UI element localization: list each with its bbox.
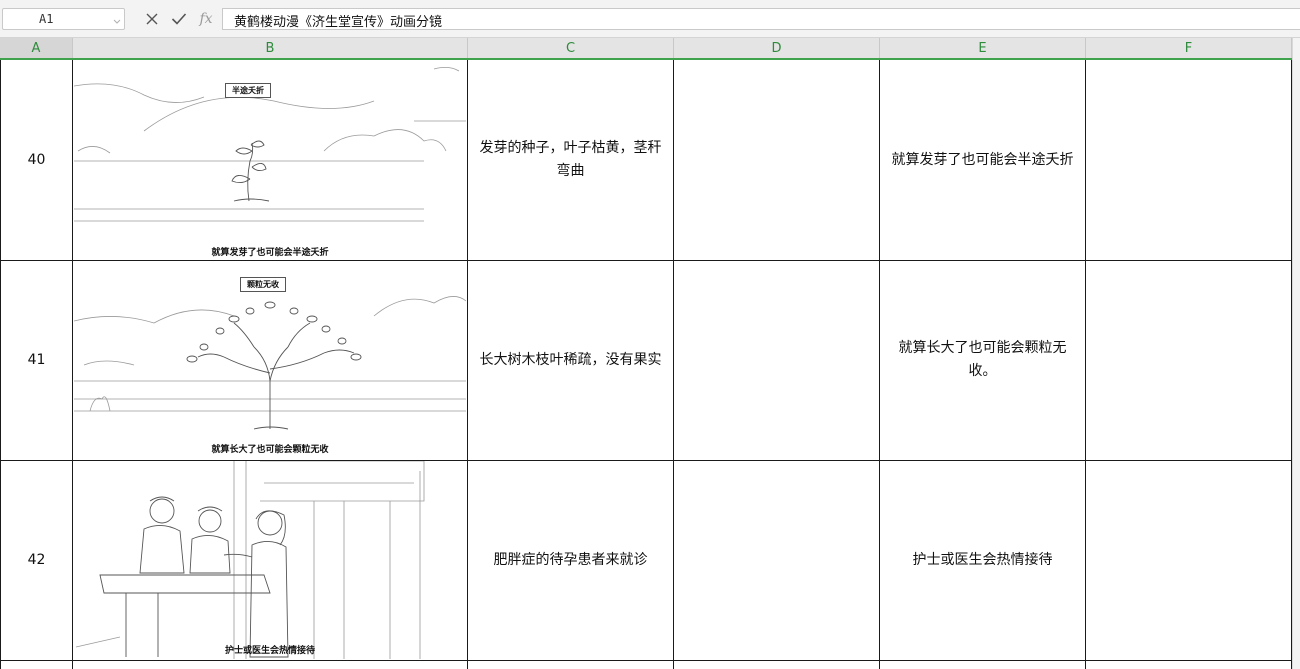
storyboard-panel-42[interactable]: 护士或医生会热情接待 [74,461,466,659]
row-40-cell-c[interactable]: 发芽的种子，叶子枯黄，茎秆弯曲 [468,60,673,260]
row-41-cell-c[interactable]: 长大树木枝叶稀疏，没有果实 [468,260,673,460]
column-header-b[interactable]: B [73,38,468,58]
row-42-cell-e[interactable]: 护士或医生会热情接待 [880,460,1085,660]
check-icon[interactable] [169,9,189,29]
name-box-value: A1 [39,12,54,26]
column-header-e[interactable]: E [880,38,1086,58]
storyboard-panel-40[interactable]: 半途夭折 就算发芽了也可能会半途夭折 [74,61,466,259]
row-42-cell-d[interactable] [674,460,879,660]
name-box[interactable]: A1 [2,8,125,30]
cancel-icon[interactable] [142,9,162,29]
column-header-c[interactable]: C [468,38,674,58]
clinic-reception-sketch-illustration [75,461,425,659]
row-42-cell-a[interactable]: 42 [1,460,72,660]
row-41-cell-e[interactable]: 就算长大了也可能会颗粒无收。 [880,260,1085,460]
chevron-down-icon[interactable] [113,13,121,25]
spreadsheet-grid: 40 半途夭折 就算发芽了也可能会半途夭折 发芽的种子，叶子枯黄，茎秆弯曲 就算… [0,60,1300,669]
panel-title-tag: 半途夭折 [225,83,271,98]
formula-input[interactable]: 黄鹤楼动漫《济生堂宣传》动画分镜 [222,8,1300,30]
row-41-cell-d[interactable] [674,260,879,460]
row-42-cell-c[interactable]: 肥胖症的待孕患者来就诊 [468,460,673,660]
row-42-cell-f[interactable] [1086,460,1291,660]
vertical-scrollbar[interactable] [1292,38,1300,669]
row-41-cell-a[interactable]: 41 [1,260,72,460]
column-header-a[interactable]: A [0,38,73,58]
insert-function-icon[interactable]: fx [196,9,216,29]
row-41-cell-f[interactable] [1086,260,1291,460]
storyboard-panel-41[interactable]: 颗粒无收 就算长大了也可能会颗粒无收 [74,261,466,459]
column-header-bar: A B C D E F [0,38,1300,60]
formula-bar: A1 fx 黄鹤楼动漫《济生堂宣传》动画分镜 [0,0,1300,38]
panel-caption: 护士或医生会热情接待 [224,646,315,656]
row-40-cell-a[interactable]: 40 [1,60,72,260]
row-40-cell-e[interactable]: 就算发芽了也可能会半途夭折 [880,60,1085,260]
row-40-cell-d[interactable] [674,60,879,260]
formula-content: 黄鹤楼动漫《济生堂宣传》动画分镜 [234,15,443,30]
panel-caption: 就算长大了也可能会颗粒无收 [211,445,329,455]
column-header-f[interactable]: F [1086,38,1292,58]
panel-title-tag: 颗粒无收 [240,277,286,292]
column-header-d[interactable]: D [674,38,880,58]
row-40-cell-f[interactable] [1086,60,1291,260]
panel-caption: 就算发芽了也可能会半途夭折 [211,248,329,258]
